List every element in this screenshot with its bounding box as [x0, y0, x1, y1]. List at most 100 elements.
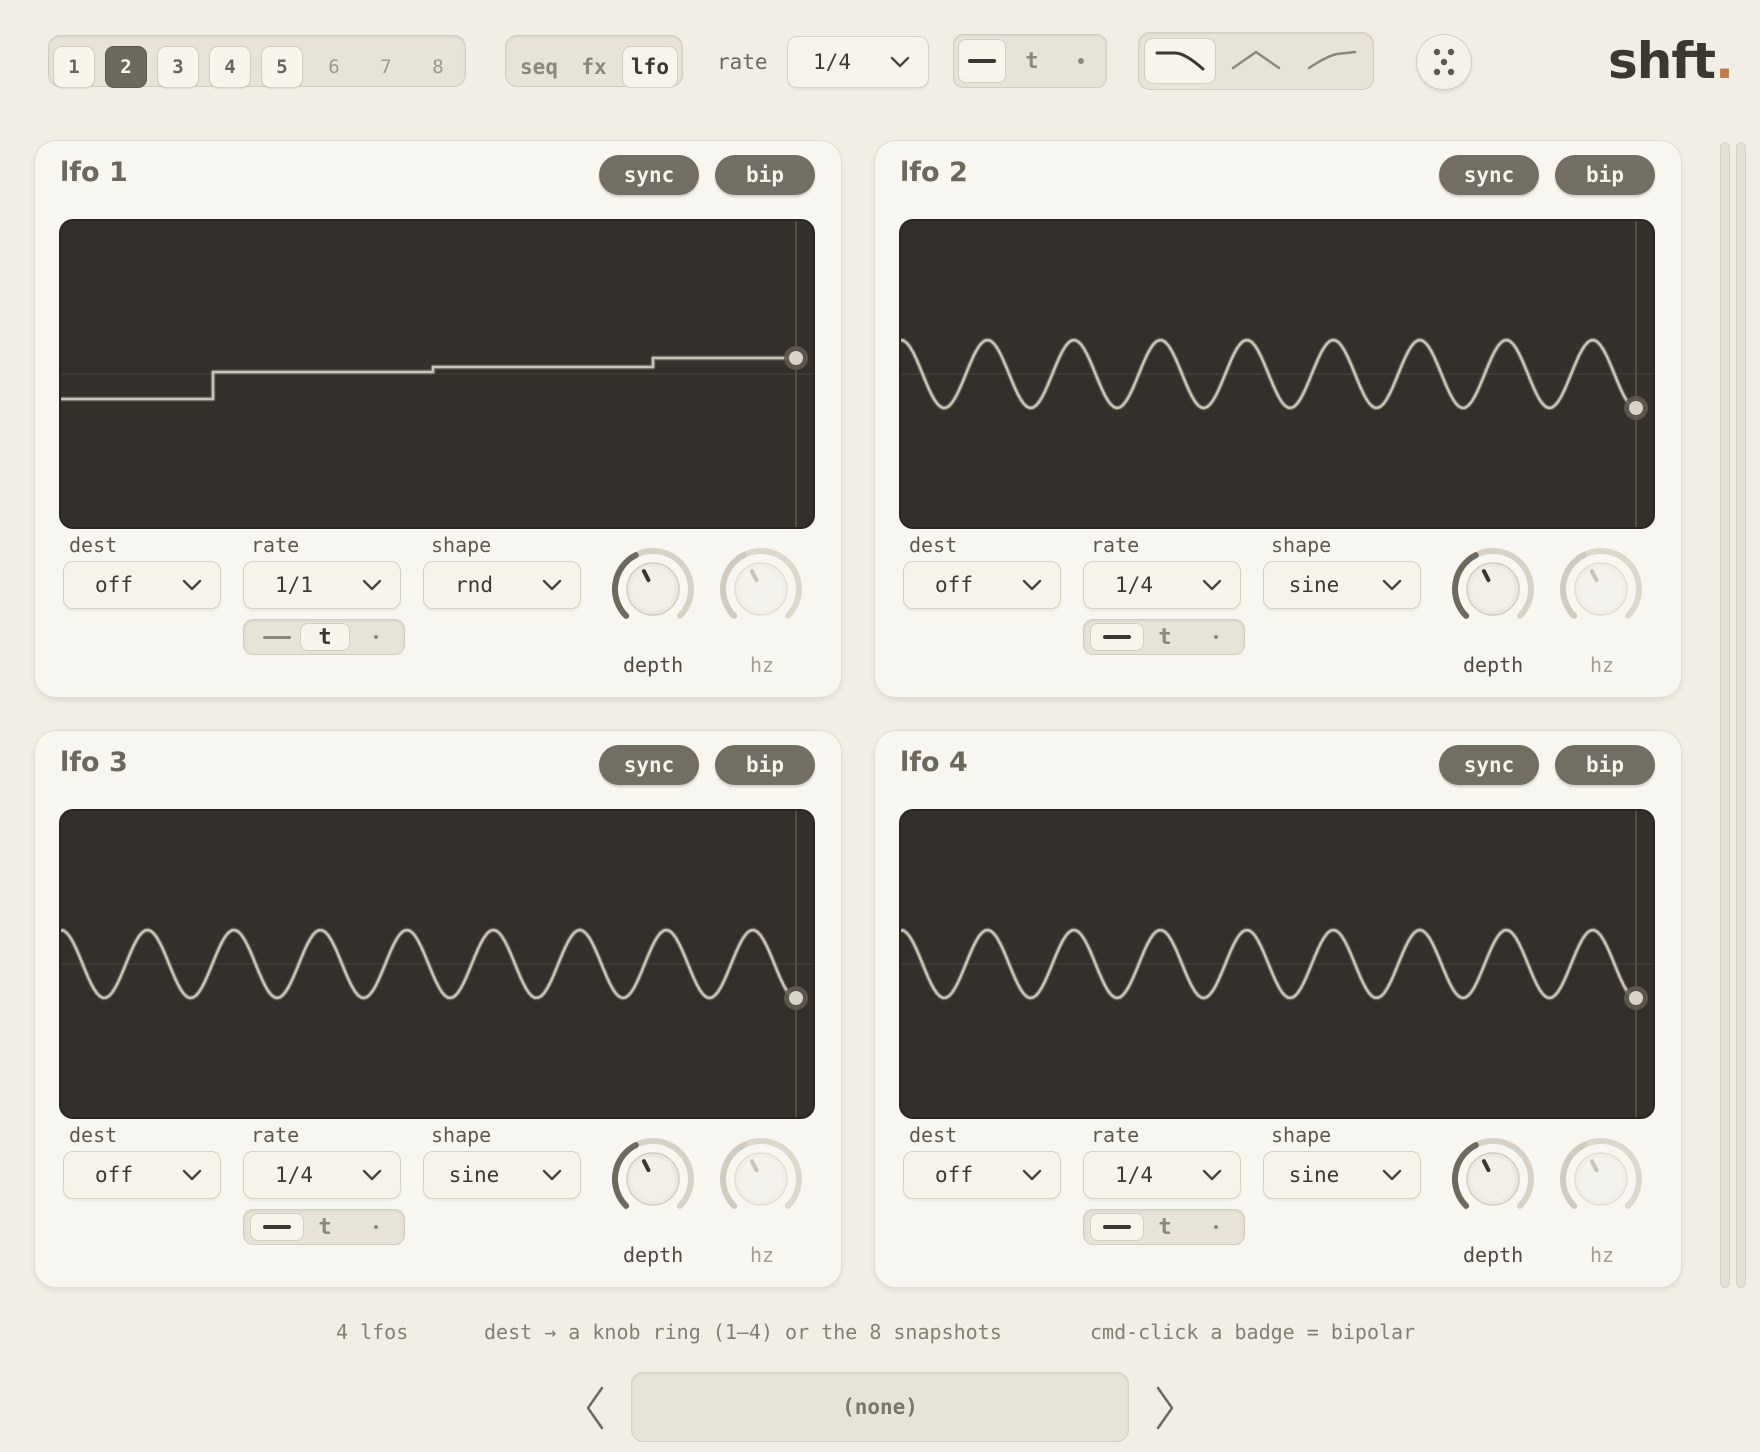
shape-label: shape — [1271, 533, 1332, 557]
trigger-free-button[interactable] — [250, 623, 304, 651]
global-rate-label: rate — [717, 50, 768, 74]
dest-select[interactable]: off — [903, 1151, 1061, 1199]
trigger-once-button[interactable] — [352, 1213, 400, 1241]
hz-knob[interactable] — [717, 1135, 805, 1227]
dash-icon — [1103, 1225, 1131, 1229]
lfo-title: lfo 3 — [60, 747, 128, 778]
trigger-retrig-button[interactable]: t — [1008, 39, 1056, 83]
app-logo: shft. — [1608, 32, 1734, 90]
chevron-right-icon — [1156, 1386, 1174, 1430]
depth-label: depth — [1463, 1243, 1524, 1267]
shape-label: shape — [431, 1123, 492, 1147]
waveform-display — [61, 811, 813, 1117]
bipolar-button[interactable]: bip — [715, 745, 815, 785]
snapshot-7-button[interactable]: 7 — [365, 46, 407, 88]
shape-select[interactable]: rnd — [423, 561, 581, 609]
dest-select[interactable]: off — [903, 561, 1061, 609]
bipolar-button[interactable]: bip — [715, 155, 815, 195]
snapshot-5-button[interactable]: 5 — [261, 46, 303, 88]
hz-label: hz — [1590, 1243, 1615, 1267]
dest-value: off — [95, 1163, 133, 1187]
chevron-down-icon — [890, 56, 910, 68]
trigger-free-button[interactable] — [250, 1213, 304, 1241]
rate-select[interactable]: 1/4 — [1083, 561, 1241, 609]
rate-label: rate — [251, 533, 300, 557]
shape-value: sine — [1288, 573, 1340, 597]
sync-button[interactable]: sync — [599, 155, 699, 195]
hz-knob[interactable] — [1557, 1135, 1645, 1227]
hz-knob[interactable] — [1557, 545, 1645, 637]
randomize-button[interactable] — [1416, 34, 1472, 90]
depth-label: depth — [1463, 653, 1524, 677]
scrollbar-track[interactable] — [1720, 142, 1730, 1288]
rate-select[interactable]: 1/4 — [1083, 1151, 1241, 1199]
dest-select[interactable]: off — [63, 1151, 221, 1199]
global-rate-value: 1/4 — [813, 50, 851, 74]
trigger-once-button[interactable] — [1192, 1213, 1240, 1241]
sync-button[interactable]: sync — [1439, 745, 1539, 785]
next-preset-button[interactable] — [1148, 1382, 1182, 1434]
shape-select[interactable]: sine — [1263, 1151, 1421, 1199]
trigger-retrig-button[interactable]: t — [300, 1213, 350, 1241]
trigger-free-button[interactable] — [1090, 1213, 1144, 1241]
tab-fx[interactable]: fx — [568, 46, 620, 88]
snapshot-6-button[interactable]: 6 — [313, 46, 355, 88]
rate-value: 1/4 — [1115, 573, 1153, 597]
rate-value: 1/4 — [275, 1163, 313, 1187]
trigger-once-button[interactable] — [352, 623, 400, 651]
trigger-free-button[interactable] — [1090, 623, 1144, 651]
snapshot-2-button[interactable]: 2 — [105, 46, 147, 88]
trigger-mode: t — [1083, 619, 1245, 655]
rate-select[interactable]: 1/4 — [243, 1151, 401, 1199]
sync-button[interactable]: sync — [1439, 155, 1539, 195]
trigger-once-button[interactable] — [1192, 623, 1240, 651]
dest-select[interactable]: off — [63, 561, 221, 609]
trigger-retrig-button[interactable]: t — [1140, 623, 1190, 651]
lfo-panel-3: lfo 3 sync bip dest rate shape off 1/4 s… — [34, 730, 842, 1288]
snapshot-1-button[interactable]: 1 — [53, 46, 95, 88]
trigger-retrig-button[interactable]: t — [300, 623, 350, 651]
depth-knob[interactable] — [609, 1135, 697, 1227]
snapshot-3-button[interactable]: 3 — [157, 46, 199, 88]
rate-label: rate — [251, 1123, 300, 1147]
bipolar-button[interactable]: bip — [1555, 745, 1655, 785]
global-rate-select[interactable]: 1/4 — [787, 36, 929, 88]
hz-knob[interactable] — [717, 545, 805, 637]
shape-select[interactable]: sine — [1263, 561, 1421, 609]
snapshot-4-button[interactable]: 4 — [209, 46, 251, 88]
rise-curve-icon — [1307, 50, 1357, 70]
trigger-free-button[interactable] — [958, 39, 1006, 83]
dot-icon — [1214, 1225, 1218, 1229]
rate-label: rate — [1091, 533, 1140, 557]
dots-icon — [1433, 48, 1455, 76]
snapshot-8-button[interactable]: 8 — [417, 46, 459, 88]
chevron-down-icon — [1382, 1169, 1402, 1181]
sync-button[interactable]: sync — [599, 745, 699, 785]
rise-curve-button[interactable] — [1297, 38, 1369, 84]
rate-value: 1/4 — [1115, 1163, 1153, 1187]
bipolar-button[interactable]: bip — [1555, 155, 1655, 195]
fall-curve-button[interactable] — [1144, 38, 1216, 84]
tab-lfo[interactable]: lfo — [622, 46, 678, 88]
hz-label: hz — [750, 1243, 775, 1267]
scrollbar-thumb[interactable] — [1736, 142, 1746, 1288]
depth-knob[interactable] — [609, 545, 697, 637]
rate-select[interactable]: 1/1 — [243, 561, 401, 609]
depth-knob[interactable] — [1449, 545, 1537, 637]
mode-tabs: seq fx lfo — [505, 35, 683, 88]
dot-icon — [1078, 58, 1084, 64]
prev-preset-button[interactable] — [578, 1382, 612, 1434]
preset-name-display[interactable]: (none) — [631, 1372, 1129, 1442]
shape-select[interactable]: sine — [423, 1151, 581, 1199]
shape-label: shape — [1271, 1123, 1332, 1147]
depth-label: depth — [623, 1243, 684, 1267]
trigger-retrig-button[interactable]: t — [1140, 1213, 1190, 1241]
depth-knob[interactable] — [1449, 1135, 1537, 1227]
peak-curve-button[interactable] — [1221, 38, 1293, 84]
chevron-down-icon — [1022, 579, 1042, 591]
tab-seq[interactable]: seq — [510, 46, 568, 88]
lfo-title: lfo 2 — [900, 157, 968, 188]
trigger-once-button[interactable] — [1058, 39, 1104, 83]
dash-icon — [968, 59, 996, 63]
dest-label: dest — [909, 533, 958, 557]
